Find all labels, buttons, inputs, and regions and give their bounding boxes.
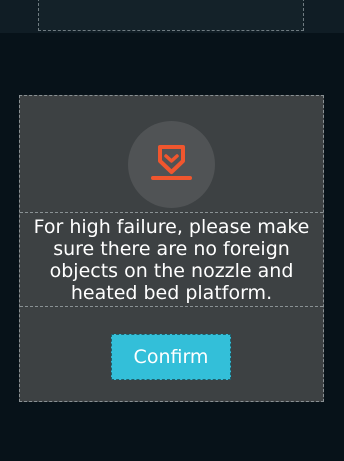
confirm-button[interactable]: Confirm [111,334,231,380]
warning-dialog: For high failure, please make sure there… [19,95,324,402]
nozzle-chevron [164,154,179,163]
top-header-band [0,0,344,33]
warning-message: For high failure, please make sure there… [33,215,310,304]
nozzle-warning-icon [151,145,192,180]
header-container [38,0,304,31]
message-box: For high failure, please make sure there… [20,212,323,307]
icon-circle [128,121,215,208]
